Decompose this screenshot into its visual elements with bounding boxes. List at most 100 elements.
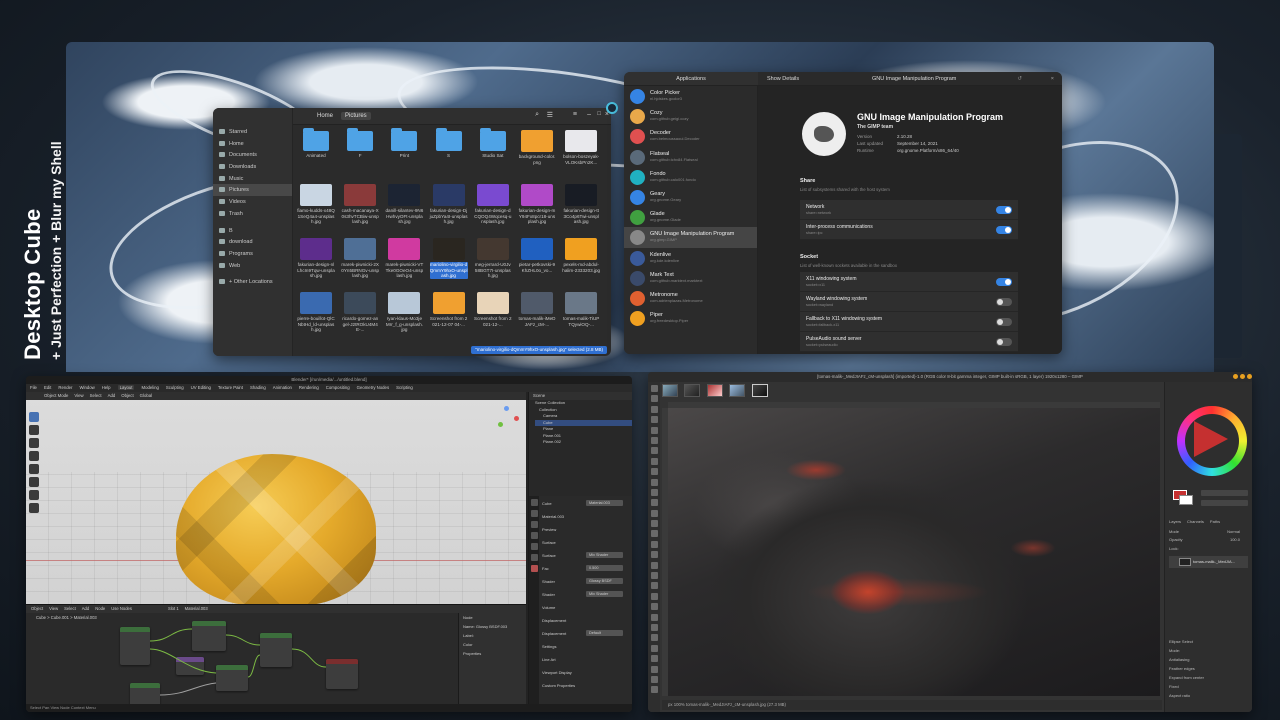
reset-icon[interactable]: ↺ [1017,72,1022,86]
layer-opacity-row[interactable]: Opacity 100.0 [1169,536,1248,543]
property-field[interactable]: Default [586,630,623,636]
app-list-item[interactable]: Flatseal com.github.tchx84.Flatseal [624,147,757,167]
file-item[interactable]: Screenshot from 2021-12-07 04-... [430,292,468,342]
property-row[interactable]: Displacement Default [542,630,629,637]
align-tool-icon[interactable] [650,395,658,403]
node-panel-row[interactable]: Label: [459,631,526,640]
sidebar-item[interactable]: + Other Locations [213,276,292,288]
node-panel-row[interactable]: Node [459,613,526,622]
sidebar-item[interactable]: Downloads [213,161,292,173]
measure-tool-icon[interactable] [29,503,39,513]
workspace-tab[interactable]: Texture Paint [218,385,243,390]
sidebar-item[interactable]: download [213,236,292,248]
modifier-tab-icon[interactable] [530,554,538,561]
path-home[interactable]: Home [313,112,337,120]
file-item[interactable]: cash-macanaya-X0s3hvTCBiw-unsplash.jpg [341,184,379,234]
render-tab-icon[interactable] [530,510,538,517]
menu-item[interactable]: Render [58,385,72,390]
menu-item[interactable]: File [30,385,37,390]
scale-tool-icon[interactable] [650,468,658,476]
permission-toggle[interactable] [996,206,1012,214]
property-row[interactable]: Shader Mix Shader [542,591,629,598]
app-list-item[interactable]: Color Picker nl.hjdskes.gcolor3 [624,86,757,106]
file-item[interactable]: pierre-bouillot-QlCNbtHd_ld-unsplash.jpg [297,292,335,342]
heal-tool-icon[interactable] [650,623,658,631]
sidebar-item[interactable]: Documents [213,149,292,161]
object-tab-icon[interactable] [530,543,538,550]
workspace-tab[interactable]: UV Editing [191,385,211,390]
sidebar-item[interactable]: Programs [213,248,292,260]
file-item[interactable]: fakurian-design-mY94Fx8pcr18-unsplash.jp… [518,184,556,234]
ellipse-select-icon[interactable] [650,416,658,424]
file-item[interactable]: meg-jerrard-U0Jv58BGT7I-unsplash.jpg [474,238,512,288]
dock-tab[interactable]: Paths [1210,519,1220,524]
workspace-tab[interactable]: Rendering [299,385,319,390]
layer-row[interactable]: tomas-malik-_MedJIA... [1169,556,1248,568]
workspace-tab[interactable]: Shading [250,385,266,390]
permission-toggle[interactable] [996,318,1012,326]
file-item[interactable]: tomas-malik-TiUPTQywiOQ-... [562,292,600,342]
tool-option[interactable]: Ellipse Select [1169,638,1248,645]
maximize-icon[interactable] [1240,374,1245,379]
property-row[interactable]: Cube Material.003 [542,500,629,507]
file-item[interactable]: fakurian-design-nlLhcIn9Tqw-unsplash.jpg [297,238,335,288]
dodge-burn-icon[interactable] [650,644,658,652]
close-overview-button[interactable] [606,102,618,114]
folder-item[interactable]: F [341,128,379,180]
file-item[interactable]: marek-piwnicki-VTTke0GOeO4-unsplash.jpg [385,238,423,288]
property-row[interactable]: Surface Mix Shader [542,552,629,559]
image-tab[interactable] [729,384,746,397]
workspace-tab[interactable]: Compositing [326,385,350,390]
file-item[interactable]: tomas-malik-iMeDJAFz_cM-... [518,292,556,342]
viewport-menu-item[interactable]: Global [140,393,152,398]
path-current[interactable]: Pictures [341,112,371,120]
file-item[interactable]: fakurian-design-DjjuZpbYa4I-unsplash.jpg [430,184,468,234]
sidebar-item[interactable]: Trash [213,208,292,220]
crop-tool-icon[interactable] [650,447,658,455]
property-field[interactable]: Material.003 [586,500,623,506]
sidebar-item[interactable]: Videos [213,196,292,208]
file-item[interactable]: ricardo-gomez-angel-J2tROkU4M4E-... [341,292,379,342]
opacity-value[interactable]: 100.0 [1230,536,1240,543]
shear-tool-icon[interactable] [650,478,658,486]
low-poly-rock-mesh[interactable] [176,454,376,606]
menu-icon[interactable]: ≡ [573,111,577,118]
rotate-tool-icon[interactable] [650,457,658,465]
annotate-tool-icon[interactable] [29,490,39,500]
tool-option[interactable]: Antialiasing [1169,656,1248,663]
tool-option[interactable]: Expand from center [1169,674,1248,681]
property-row[interactable]: Volume [542,604,629,611]
folder-item[interactable]: S [430,128,468,180]
search-icon[interactable]: ⌕ [535,111,539,119]
color-triangle[interactable] [1194,421,1228,457]
smudge-tool-icon[interactable] [650,634,658,642]
paths-tool-icon[interactable] [650,655,658,663]
free-select-icon[interactable] [650,426,658,434]
y-axis-icon[interactable] [498,422,503,427]
shader-editor[interactable]: Object View Select Add Node Use Nodes Slot 1 Ma… [26,604,526,712]
color-picker-icon[interactable] [650,665,658,673]
app-list-item[interactable]: Cozy com.github.geigi.cozy [624,106,757,126]
scene-tab-icon[interactable] [530,532,538,539]
property-field[interactable]: 0.500 [586,565,623,571]
minimize-icon[interactable] [1233,374,1238,379]
select-tool-icon[interactable] [29,412,39,422]
file-item[interactable]: fakurian-design-tt3Co4p6Twi-unsplash.jpg [562,184,600,234]
tool-option[interactable]: Fixed [1169,683,1248,690]
workspace-tab[interactable]: Animation [273,385,292,390]
file-item[interactable]: bolson-boszeyak-VLOKsbPn2K... [562,130,600,180]
bucket-fill-icon[interactable] [650,540,658,548]
app-list-item[interactable]: Geary org.gnome.Geary [624,187,757,207]
viewport-menu-item[interactable]: Select [90,393,102,398]
flip-tool-icon[interactable] [650,499,658,507]
app-list-item[interactable]: Kdenlive org.kde.kdenlive [624,248,757,268]
workspace-tab[interactable]: Modeling [141,385,158,390]
files-window[interactable]: Starred Home Documents Downloads Music Pictur… [213,108,611,356]
app-list-item[interactable]: Metronome com.adrienplazas.Metronome [624,288,757,308]
gradient-tool-icon[interactable] [650,551,658,559]
image-tab[interactable] [662,384,678,397]
view-options-icon[interactable]: ☰ [547,111,553,119]
tool-option[interactable]: Feather edges [1169,665,1248,672]
output-tab-icon[interactable] [530,521,538,528]
property-row[interactable]: Shader Glossy BSDF [542,578,629,585]
